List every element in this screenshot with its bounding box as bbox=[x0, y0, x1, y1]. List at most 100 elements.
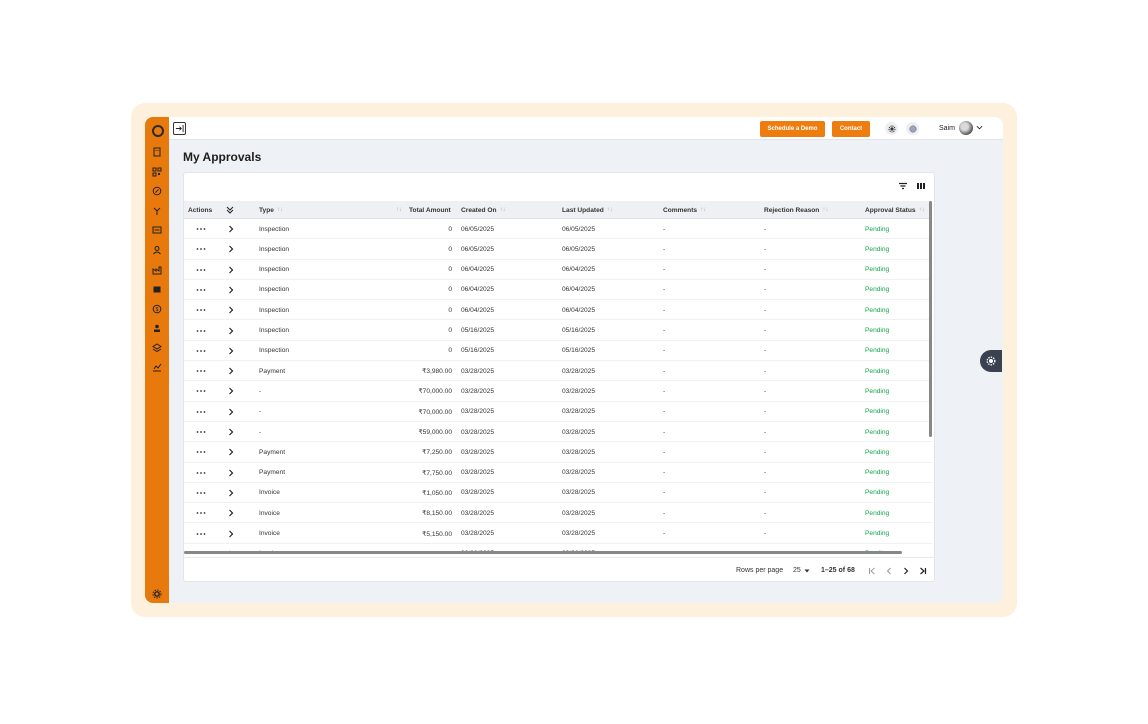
prev-page-icon[interactable] bbox=[884, 566, 894, 576]
more-icon[interactable] bbox=[196, 321, 206, 341]
table-row[interactable]: Inspection 0 05/16/2025 05/16/2025 - - Pending bbox=[184, 341, 932, 362]
globe-icon[interactable] bbox=[906, 122, 919, 135]
rows-per-page-select[interactable]: 25 bbox=[793, 567, 810, 574]
cell-comments: - bbox=[663, 306, 666, 314]
more-icon[interactable] bbox=[196, 341, 206, 361]
user-name[interactable]: Saim bbox=[939, 125, 955, 132]
column-header-approval-status[interactable]: Approval Status ↑↓ bbox=[865, 201, 925, 219]
chevron-right-icon[interactable] bbox=[228, 361, 234, 381]
more-icon[interactable] bbox=[196, 524, 206, 544]
cell-created-on: 06/04/2025 bbox=[461, 266, 495, 274]
more-icon[interactable] bbox=[196, 219, 206, 239]
chevron-right-icon[interactable] bbox=[228, 341, 234, 361]
contact-button[interactable]: Contact bbox=[832, 121, 870, 137]
column-header-created-on[interactable]: Created On ↑↓ bbox=[461, 201, 506, 219]
chevron-right-icon[interactable] bbox=[228, 524, 234, 544]
sort-icon[interactable]: ↑↓ bbox=[919, 207, 925, 213]
top-bar: Schedule a Demo Contact Saim bbox=[169, 117, 1003, 140]
table-row[interactable]: Inspection 0 06/04/2025 06/04/2025 - - Pending bbox=[184, 280, 932, 301]
cell-rejection-reason: - bbox=[764, 489, 767, 497]
table-row[interactable]: - ₹59,000.00 03/28/2025 03/28/2025 - - Pending bbox=[184, 422, 932, 443]
more-icon[interactable] bbox=[196, 239, 206, 259]
expand-all-icon[interactable] bbox=[226, 201, 234, 219]
column-header-type[interactable]: Type ↑↓ bbox=[259, 201, 283, 219]
chevron-right-icon[interactable] bbox=[228, 260, 234, 280]
chevron-right-icon[interactable] bbox=[228, 402, 234, 422]
more-icon[interactable] bbox=[196, 381, 206, 401]
column-header-comments[interactable]: Comments ↑↓ bbox=[663, 201, 706, 219]
sidebar-user-icon[interactable] bbox=[152, 245, 162, 255]
sidebar-tool-icon[interactable] bbox=[152, 206, 162, 216]
chevron-right-icon[interactable] bbox=[228, 463, 234, 483]
column-header-last-updated[interactable]: Last Updated ↑↓ bbox=[562, 201, 613, 219]
chevron-right-icon[interactable] bbox=[228, 442, 234, 462]
table-row[interactable]: Invoice ₹5,150.00 03/28/2025 03/28/2025 - - Pe… bbox=[184, 524, 932, 544]
column-header-rejection-reason[interactable]: Rejection Reason ↑↓ bbox=[764, 201, 828, 219]
menu-collapse-icon[interactable] bbox=[173, 122, 186, 135]
sidebar-layers-icon[interactable] bbox=[152, 343, 162, 353]
filter-icon[interactable] bbox=[898, 181, 908, 191]
chevron-right-icon[interactable] bbox=[228, 483, 234, 503]
chevron-right-icon[interactable] bbox=[228, 422, 234, 442]
table-row[interactable]: Payment ₹3,980.00 03/28/2025 03/28/2025 - - Pe… bbox=[184, 361, 932, 382]
more-icon[interactable] bbox=[196, 422, 206, 442]
table-row[interactable]: Inspection 0 06/04/2025 06/04/2025 - - Pending bbox=[184, 260, 932, 280]
table-row[interactable]: Payment ₹7,750.00 03/28/2025 03/28/2025 - - Pe… bbox=[184, 463, 932, 483]
avatar[interactable] bbox=[959, 121, 973, 135]
more-icon[interactable] bbox=[196, 463, 206, 483]
last-page-icon[interactable] bbox=[918, 566, 928, 576]
table-row[interactable]: Inspection 0 06/05/2025 06/05/2025 - - Pending bbox=[184, 219, 932, 240]
sort-icon[interactable]: ↑↓ bbox=[396, 207, 402, 213]
sort-icon[interactable]: ↑↓ bbox=[700, 207, 706, 213]
table-row[interactable]: - ₹70,000.00 03/28/2025 03/28/2025 - - Pending bbox=[184, 402, 932, 422]
floating-settings-icon[interactable] bbox=[980, 350, 1002, 372]
more-icon[interactable] bbox=[196, 300, 206, 320]
horizontal-scrollbar[interactable] bbox=[184, 551, 902, 554]
chevron-down-icon[interactable] bbox=[976, 124, 983, 131]
table-row[interactable]: Inspection 0 06/04/2025 06/04/2025 - - Pending bbox=[184, 300, 932, 321]
table-row[interactable]: Invoice ₹1,050.00 03/28/2025 03/28/2025 - - Pe… bbox=[184, 483, 932, 504]
chevron-right-icon[interactable] bbox=[228, 381, 234, 401]
sidebar-qr-icon[interactable] bbox=[152, 167, 162, 177]
more-icon[interactable] bbox=[196, 503, 206, 523]
next-page-icon[interactable] bbox=[901, 566, 911, 576]
more-icon[interactable] bbox=[196, 280, 206, 300]
sidebar-card-icon[interactable] bbox=[152, 225, 162, 235]
columns-icon[interactable] bbox=[916, 181, 926, 191]
first-page-icon[interactable] bbox=[867, 566, 877, 576]
chevron-right-icon[interactable] bbox=[228, 503, 234, 523]
chevron-right-icon[interactable] bbox=[228, 300, 234, 320]
chevron-right-icon[interactable] bbox=[228, 219, 234, 239]
sidebar-settings-icon[interactable] bbox=[152, 589, 162, 599]
chevron-right-icon[interactable] bbox=[228, 321, 234, 341]
schedule-demo-button[interactable]: Schedule a Demo bbox=[760, 121, 825, 137]
table-row[interactable]: Payment ₹7,250.00 03/28/2025 03/28/2025 - - Pe… bbox=[184, 442, 932, 463]
table-row[interactable]: Inspection 0 06/05/2025 06/05/2025 - - Pending bbox=[184, 239, 932, 260]
table-row[interactable]: - ₹70,000.00 03/28/2025 03/28/2025 - - Pending bbox=[184, 381, 932, 402]
sidebar-factory-icon[interactable] bbox=[152, 265, 162, 275]
vertical-scrollbar[interactable] bbox=[929, 201, 932, 437]
sidebar-dollar-icon[interactable]: $ bbox=[152, 304, 162, 314]
more-icon[interactable] bbox=[196, 361, 206, 381]
sort-icon[interactable]: ↑↓ bbox=[500, 207, 506, 213]
column-header-total-amount[interactable]: ↑↓ Total Amount bbox=[396, 201, 451, 219]
chevron-right-icon[interactable] bbox=[228, 239, 234, 259]
settings-icon[interactable] bbox=[885, 122, 898, 135]
sidebar-person-badge-icon[interactable] bbox=[152, 323, 162, 333]
cell-approval-status: Pending bbox=[865, 428, 890, 436]
table-row[interactable]: Invoice ₹8,150.00 03/28/2025 03/28/2025 - - Pe… bbox=[184, 503, 932, 524]
sidebar-box-icon[interactable] bbox=[152, 284, 162, 294]
app-logo-icon[interactable] bbox=[152, 125, 164, 137]
sort-icon[interactable]: ↑↓ bbox=[607, 207, 613, 213]
more-icon[interactable] bbox=[196, 402, 206, 422]
chevron-right-icon[interactable] bbox=[228, 280, 234, 300]
sidebar-chart-icon[interactable] bbox=[152, 362, 162, 372]
sort-icon[interactable]: ↑↓ bbox=[822, 207, 828, 213]
more-icon[interactable] bbox=[196, 260, 206, 280]
more-icon[interactable] bbox=[196, 442, 206, 462]
sidebar-building-icon[interactable] bbox=[152, 147, 162, 157]
table-row[interactable]: Inspection 0 05/16/2025 05/16/2025 - - Pending bbox=[184, 321, 932, 341]
more-icon[interactable] bbox=[196, 483, 206, 503]
sort-icon[interactable]: ↑↓ bbox=[277, 207, 283, 213]
sidebar-compass-icon[interactable] bbox=[152, 186, 162, 196]
